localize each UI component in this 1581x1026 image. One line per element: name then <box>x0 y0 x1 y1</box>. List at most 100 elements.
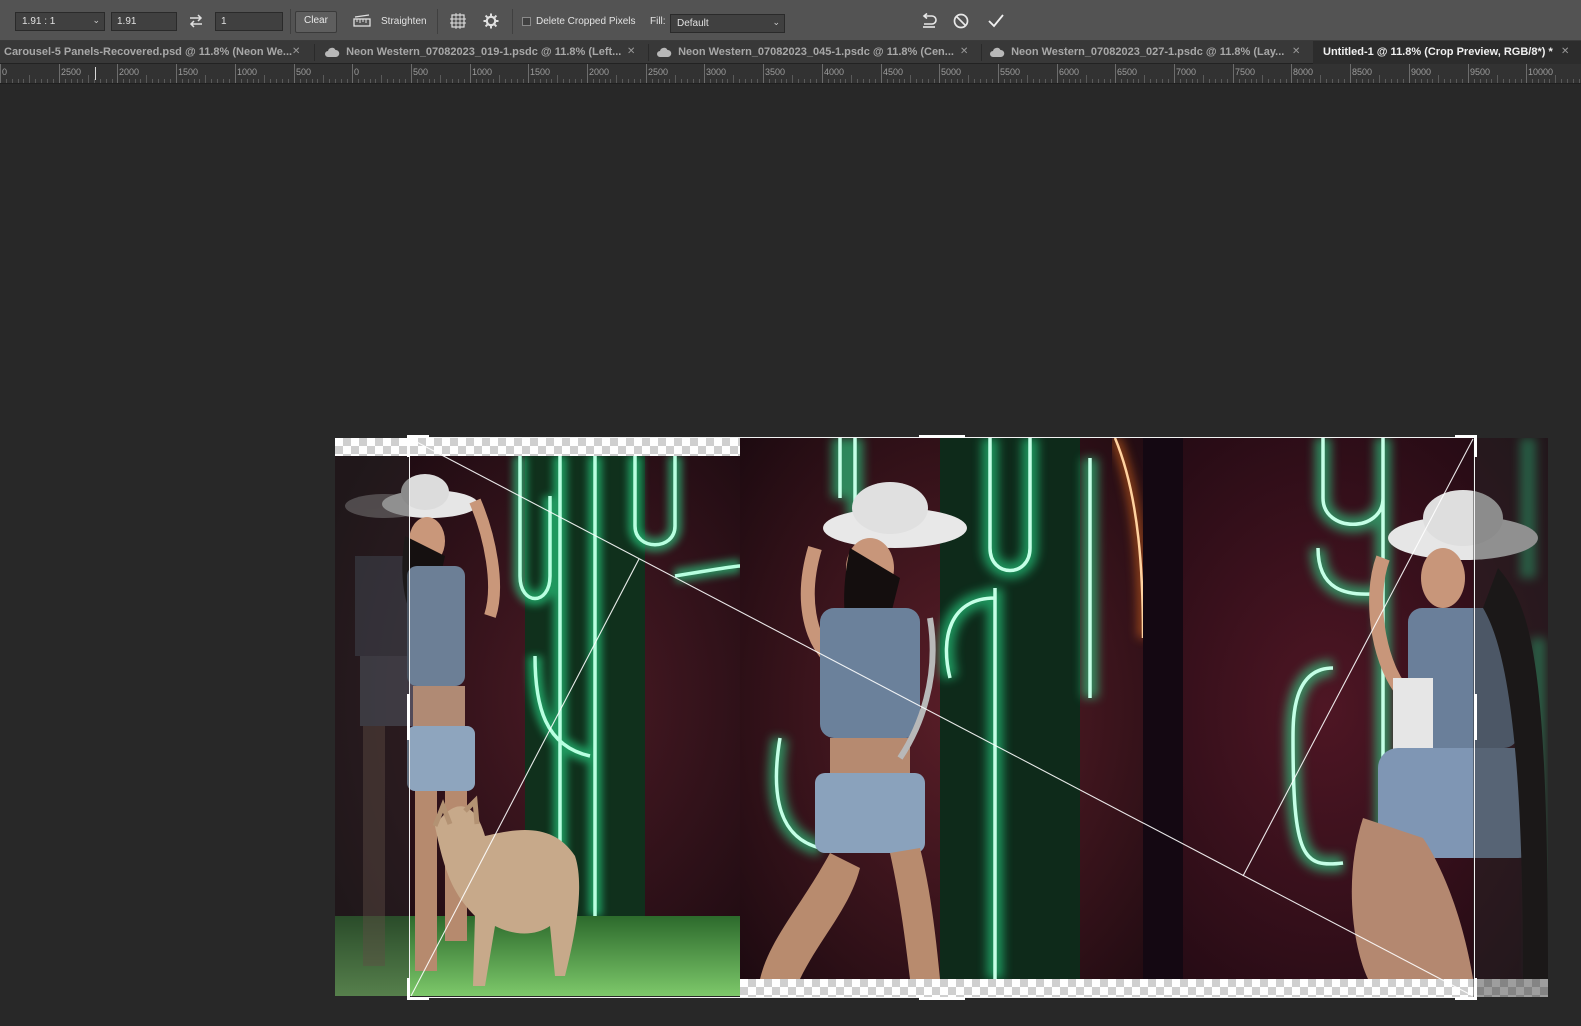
clear-button[interactable]: Clear <box>295 11 337 33</box>
fill-label: Fill: <box>650 16 666 27</box>
horizontal-ruler[interactable]: 0 2500 2000 1500 1000 500 0 500 1000 1500 2000 2500… <box>0 64 1581 84</box>
ruler-minor-tick <box>29 75 30 83</box>
close-icon[interactable]: ✕ <box>960 46 968 57</box>
ruler-minor-tick <box>205 75 206 83</box>
ruler-minor-tick <box>370 79 371 83</box>
width-ratio-input[interactable]: 1.91 <box>111 12 177 31</box>
ruler-label: 0 <box>354 67 360 77</box>
ruler-minor-tick <box>405 79 406 83</box>
ruler-minor-tick <box>693 79 694 83</box>
reset-icon[interactable] <box>918 10 940 32</box>
ruler-major-tick <box>1057 64 1058 83</box>
ruler-minor-tick <box>1368 79 1369 83</box>
tab-label: Neon Western_07082023_045-1.psdc @ 11.8%… <box>678 46 954 58</box>
ruler-minor-tick <box>968 75 969 83</box>
ruler-major-tick <box>1233 64 1234 83</box>
ruler-minor-tick <box>804 79 805 83</box>
gear-icon[interactable] <box>480 10 502 32</box>
close-icon[interactable]: ✕ <box>292 46 300 57</box>
tab-untitled-1[interactable]: Untitled-1 @ 11.8% (Crop Preview, RGB/8*… <box>1313 41 1581 64</box>
crop-handle-bottom-left[interactable] <box>407 997 429 1000</box>
ruler-minor-tick <box>1373 79 1374 83</box>
ruler-minor-tick <box>628 79 629 83</box>
ruler-minor-tick <box>1549 79 1550 83</box>
ruler-label: 6500 <box>1117 67 1138 77</box>
ruler-minor-tick <box>82 79 83 83</box>
ruler-minor-tick <box>1356 79 1357 83</box>
ruler-minor-tick <box>1069 79 1070 83</box>
ruler-major-tick <box>998 64 999 83</box>
ruler-minor-tick <box>1521 79 1522 83</box>
crop-handle-top-left[interactable] <box>407 435 429 438</box>
ruler-minor-tick <box>71 79 72 83</box>
ruler-minor-tick <box>476 79 477 83</box>
ruler-minor-tick <box>739 79 740 83</box>
ruler-label: 2000 <box>589 67 610 77</box>
ruler-minor-tick <box>434 79 435 83</box>
tab-neon-western-019[interactable]: Neon Western_07082023_019-1.psdc @ 11.8%… <box>318 41 648 64</box>
delete-cropped-label[interactable]: Delete Cropped Pixels <box>536 16 636 27</box>
tab-neon-western-027[interactable]: Neon Western_07082023_027-1.psdc @ 11.8%… <box>983 41 1313 64</box>
delete-cropped-checkbox[interactable] <box>522 17 531 26</box>
cancel-icon[interactable] <box>950 10 972 32</box>
ruler-major-tick <box>1350 64 1351 83</box>
ruler-minor-tick <box>211 79 212 83</box>
height-ratio-input[interactable]: 1 <box>215 12 283 31</box>
crop-handle-right[interactable] <box>1474 694 1477 740</box>
ruler-minor-tick <box>1503 79 1504 83</box>
ruler-minor-tick <box>851 75 852 83</box>
ruler-minor-tick <box>1245 79 1246 83</box>
close-icon[interactable]: ✕ <box>1292 46 1300 57</box>
ruler-minor-tick <box>1421 79 1422 83</box>
crop-handle-top[interactable] <box>919 435 965 438</box>
ruler-minor-tick <box>610 79 611 83</box>
crop-handle-top-left[interactable] <box>407 435 410 457</box>
crop-handle-bottom[interactable] <box>919 997 965 1000</box>
ruler-minor-tick <box>440 75 441 83</box>
fill-select[interactable]: Default ⌄ <box>670 14 785 33</box>
ruler-label: 8500 <box>1352 67 1373 77</box>
crop-handle-bottom-right[interactable] <box>1474 978 1477 1000</box>
ruler-cursor-marker <box>95 67 96 80</box>
canvas-area[interactable] <box>0 84 1581 1026</box>
ruler-minor-tick <box>1127 79 1128 83</box>
ruler-minor-tick <box>264 75 265 83</box>
crop-handle-top-right[interactable] <box>1474 435 1477 457</box>
ruler-minor-tick <box>505 79 506 83</box>
ratio-preset-select[interactable]: 1.91 : 1 ⌄ <box>15 12 105 31</box>
ruler-minor-tick <box>1104 79 1105 83</box>
crop-options-bar: 1.91 : 1 ⌄ 1.91 1 Clear Straighten Delet… <box>0 0 1581 41</box>
ruler-minor-tick <box>722 79 723 83</box>
ruler-minor-tick <box>745 79 746 83</box>
ruler-minor-tick <box>1497 75 1498 83</box>
ruler-major-tick <box>352 64 353 83</box>
ruler-minor-tick <box>1262 75 1263 83</box>
ruler-minor-tick <box>1573 79 1574 83</box>
ruler-minor-tick <box>1256 79 1257 83</box>
ruler-minor-tick <box>282 79 283 83</box>
ruler-major-tick <box>1291 64 1292 83</box>
ruler-minor-tick <box>399 79 400 83</box>
crop-handle-left[interactable] <box>407 694 410 740</box>
tab-neon-western-045[interactable]: Neon Western_07082023_045-1.psdc @ 11.8%… <box>650 41 980 64</box>
ruler-minor-tick <box>845 79 846 83</box>
swap-icon[interactable] <box>185 10 207 32</box>
commit-check-icon[interactable] <box>985 10 1007 32</box>
straighten-icon[interactable] <box>351 10 373 32</box>
ruler-minor-tick <box>675 75 676 83</box>
crop-handle-bottom-left[interactable] <box>407 978 410 1000</box>
ruler-minor-tick <box>945 79 946 83</box>
width-ratio-value: 1.91 <box>117 16 137 27</box>
ruler-major-tick <box>1526 64 1527 83</box>
straighten-label[interactable]: Straighten <box>381 16 427 27</box>
overlay-grid-icon[interactable] <box>447 10 469 32</box>
close-icon[interactable]: ✕ <box>1561 46 1569 57</box>
tab-carousel[interactable]: Carousel-5 Panels-Recovered.psd @ 11.8% … <box>0 41 306 64</box>
ruler-minor-tick <box>834 79 835 83</box>
close-icon[interactable]: ✕ <box>627 46 635 57</box>
ruler-label: 4000 <box>824 67 845 77</box>
ruler-minor-tick <box>569 79 570 83</box>
ruler-minor-tick <box>551 79 552 83</box>
ruler-minor-tick <box>1051 79 1052 83</box>
ruler-minor-tick <box>1462 79 1463 83</box>
